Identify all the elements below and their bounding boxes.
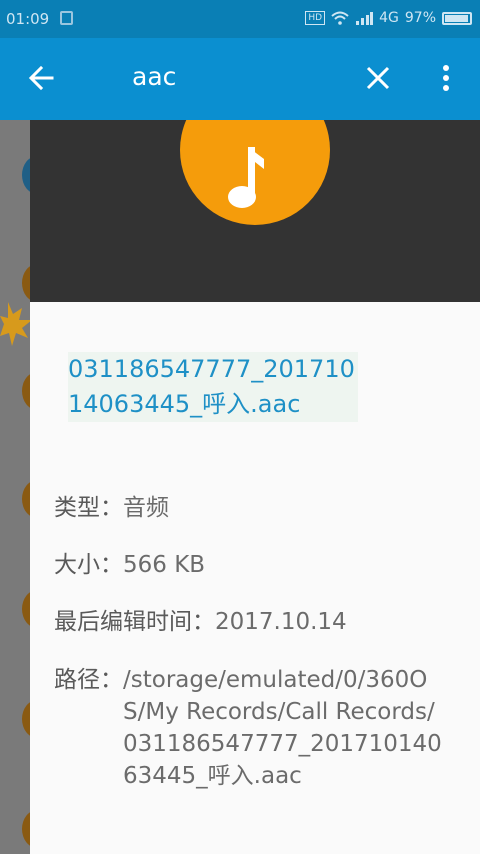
signal-icon (356, 12, 374, 25)
size-label: 大小： (54, 552, 123, 578)
status-time: 01:09 (6, 10, 50, 28)
wifi-icon (331, 11, 349, 25)
status-right-group: HD 4G 97% (305, 10, 472, 26)
app-toolbar: aac (0, 38, 480, 120)
path-value: /storage/emulated/0/360OS/My Records/Cal… (123, 667, 442, 789)
status-bar: 01:09 HD 4G 97% (0, 0, 480, 38)
size-value: 566 KB (123, 552, 206, 578)
modified-value: 2017.10.14 (215, 609, 347, 635)
battery-icon (442, 11, 472, 25)
hd-badge: HD (305, 11, 326, 25)
type-row: 类型：音频 (54, 492, 169, 524)
type-label: 类型： (54, 495, 123, 521)
list-item-icon (22, 264, 30, 302)
modified-label: 最后编辑时间： (54, 609, 215, 635)
dialog-header (30, 120, 480, 302)
notification-app-icon (60, 11, 73, 25)
search-query[interactable]: aac (132, 62, 176, 91)
list-item-icon (22, 156, 30, 194)
path-row: 路径： /storage/emulated/0/360OS/My Records… (54, 664, 464, 792)
type-value: 音频 (123, 495, 169, 521)
maple-leaf-icon (0, 302, 32, 346)
list-item-icon (22, 590, 30, 628)
modified-row: 最后编辑时间：2017.10.14 (54, 606, 347, 638)
list-item-icon (22, 810, 30, 848)
audio-file-icon (180, 120, 330, 225)
more-vert-icon[interactable] (434, 60, 458, 96)
size-row: 大小：566 KB (54, 549, 205, 581)
back-arrow-icon[interactable] (24, 60, 60, 96)
file-name: 031186547777_20171014063445_呼入.aac (68, 352, 358, 422)
file-details-dialog: 031186547777_20171014063445_呼入.aac 类型：音频… (30, 120, 480, 854)
background-file-list (0, 120, 30, 854)
list-item-icon (22, 700, 30, 738)
music-note-icon (228, 147, 264, 208)
list-item-icon (22, 372, 30, 410)
network-type: 4G (379, 10, 399, 26)
close-icon[interactable] (362, 62, 394, 94)
battery-percent: 97% (404, 10, 436, 26)
path-label: 路径： (54, 667, 123, 693)
list-item-icon (22, 480, 30, 518)
